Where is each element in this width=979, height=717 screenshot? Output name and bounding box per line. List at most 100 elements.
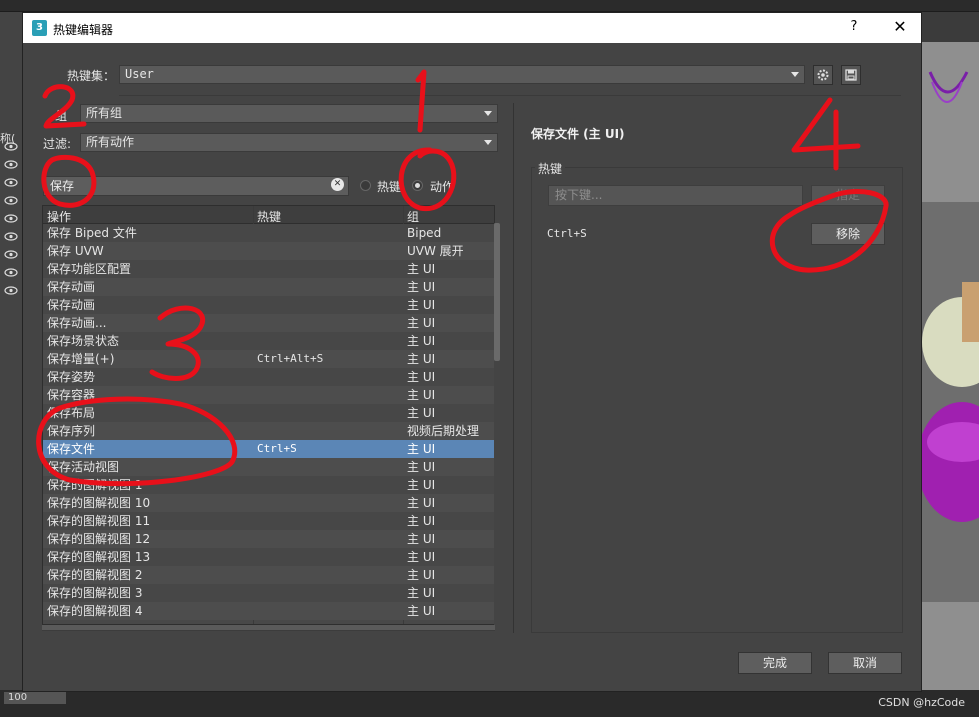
- cell-action: 保存的图解视图 13: [47, 550, 151, 564]
- table-row[interactable]: 保存的图解视图 13 主 UI: [43, 548, 494, 566]
- horizontal-scrollbar[interactable]: [42, 625, 495, 631]
- cell-group: 主 UI: [407, 280, 436, 294]
- ok-button[interactable]: 完成: [738, 652, 812, 674]
- filter-dropdown[interactable]: 所有动作: [80, 133, 498, 152]
- radio-hotkey-label: 热键: [377, 180, 402, 194]
- radio-search-hotkey[interactable]: [360, 180, 371, 191]
- cell-action: 保存 UVW: [47, 244, 104, 258]
- cell-action: 保存动画: [47, 280, 96, 294]
- watermark: CSDN @hzCode: [878, 696, 965, 709]
- eye-icon[interactable]: [4, 160, 18, 169]
- table-row[interactable]: 保存场景状态 主 UI: [43, 332, 494, 350]
- title-bar[interactable]: 3 热键编辑器 ? ✕: [23, 13, 921, 43]
- hotkey-groupbox-label: 热键: [535, 160, 566, 177]
- floppy-disk-icon: [845, 69, 857, 81]
- scrollbar-thumb[interactable]: [494, 223, 500, 361]
- cell-action: 保存的图解视图 10: [47, 496, 151, 510]
- cell-group: 主 UI: [407, 496, 436, 510]
- scrollbar-thumb[interactable]: [42, 625, 495, 630]
- frame-field[interactable]: 100: [4, 692, 66, 704]
- cell-action: 保存序列: [47, 424, 96, 438]
- cell-group: 主 UI: [407, 262, 436, 276]
- action-table: 操作 热键 组 保存 Biped 文件 Biped 保存 UVW UVW 展开 保存功能…: [42, 205, 495, 625]
- help-button[interactable]: ?: [843, 19, 865, 37]
- press-key-placeholder: 按下键...: [555, 188, 603, 202]
- table-row[interactable]: 保存动画... 主 UI: [43, 314, 494, 332]
- cell-action: 保存容器: [47, 388, 96, 402]
- clear-search-icon[interactable]: ✕: [331, 178, 344, 191]
- group-value: 所有组: [86, 106, 123, 120]
- eye-icon[interactable]: [4, 286, 18, 295]
- cell-group: Biped: [407, 226, 442, 240]
- selected-action-title: 保存文件 (主 UI): [531, 127, 625, 141]
- table-body: 保存 Biped 文件 Biped 保存 UVW UVW 展开 保存功能区配置主 UI 保…: [43, 224, 494, 624]
- table-row[interactable]: 保存容器 主 UI: [43, 386, 494, 404]
- app-logo-icon: 3: [32, 20, 47, 36]
- eye-icon[interactable]: [4, 214, 18, 223]
- table-row[interactable]: 保存的图解视图 10 主 UI: [43, 494, 494, 512]
- table-row[interactable]: 保存的图解视图 1 主 UI: [43, 476, 494, 494]
- cell-hotkey: Ctrl+S: [257, 442, 297, 455]
- panel-splitter[interactable]: [513, 103, 514, 633]
- table-row[interactable]: 保存动画 主 UI: [43, 278, 494, 296]
- table-row[interactable]: 保存 UVW UVW 展开: [43, 242, 494, 260]
- cell-group: 主 UI: [407, 352, 436, 366]
- cell-group: 主 UI: [407, 514, 436, 528]
- eye-icon[interactable]: [4, 268, 18, 277]
- table-row[interactable]: 保存序列 视频后期处理: [43, 422, 494, 440]
- remove-button[interactable]: 移除: [811, 223, 885, 245]
- search-input[interactable]: 保存: [43, 176, 349, 196]
- save-hotkey-set-button[interactable]: [841, 65, 861, 85]
- table-row[interactable]: 保存的图解视图 12 主 UI: [43, 530, 494, 548]
- table-row[interactable]: 保存的图解视图 2 主 UI: [43, 566, 494, 584]
- table-header: 操作 热键 组: [43, 206, 494, 225]
- close-button[interactable]: ✕: [889, 17, 911, 37]
- table-row[interactable]: 保存动画 主 UI: [43, 296, 494, 314]
- eye-icon[interactable]: [4, 250, 18, 259]
- table-row[interactable]: 保存 Biped 文件 Biped: [43, 224, 494, 242]
- group-dropdown[interactable]: 所有组: [80, 104, 498, 123]
- table-row[interactable]: 保存的图解视图 3 主 UI: [43, 584, 494, 602]
- column-header-group[interactable]: 组: [407, 208, 419, 225]
- settings-button[interactable]: [813, 65, 833, 85]
- hotkey-set-value: User: [125, 67, 154, 81]
- cell-group: 主 UI: [407, 388, 436, 402]
- viewport[interactable]: [917, 42, 979, 702]
- column-header-hotkey[interactable]: 热键: [257, 208, 281, 225]
- cell-action: 保存动画: [47, 298, 96, 312]
- cell-action: 保存布局: [47, 406, 96, 420]
- cancel-button[interactable]: 取消: [828, 652, 902, 674]
- radio-action-label: 动作: [430, 180, 455, 194]
- table-row[interactable]: 保存的图解视图 11 主 UI: [43, 512, 494, 530]
- table-row[interactable]: 保存布局 主 UI: [43, 404, 494, 422]
- eye-icon[interactable]: [4, 178, 18, 187]
- assign-button[interactable]: 指定: [811, 185, 885, 206]
- cell-group: 主 UI: [407, 334, 436, 348]
- press-key-input[interactable]: 按下键...: [548, 185, 803, 206]
- column-header-action[interactable]: 操作: [47, 208, 71, 225]
- eye-icon[interactable]: [4, 196, 18, 205]
- chevron-down-icon: [791, 72, 799, 77]
- table-row[interactable]: 保存的图解视图 4 主 UI: [43, 602, 494, 620]
- cell-action: 保存增量(+): [47, 352, 115, 366]
- table-row[interactable]: 保存活动视图 主 UI: [43, 458, 494, 476]
- cell-group: 主 UI: [407, 532, 436, 546]
- group-label: 组: [55, 109, 68, 123]
- hotkey-set-dropdown[interactable]: User: [119, 65, 805, 84]
- radio-search-action[interactable]: [412, 180, 423, 191]
- viewport-scene: [917, 42, 979, 702]
- eye-icon[interactable]: [4, 142, 18, 151]
- table-row[interactable]: 保存增量(+) Ctrl+Alt+S 主 UI: [43, 350, 494, 368]
- table-row[interactable]: 保存姿势 主 UI: [43, 368, 494, 386]
- search-value: 保存: [50, 179, 75, 193]
- table-row[interactable]: 保存功能区配置 主 UI: [43, 260, 494, 278]
- cell-action: 保存活动视图: [47, 460, 120, 474]
- eye-icon[interactable]: [4, 232, 18, 241]
- cell-action: 保存的图解视图 3: [47, 586, 143, 600]
- current-hotkey: Ctrl+S: [547, 227, 587, 240]
- cell-group: 视频后期处理: [407, 424, 480, 438]
- chevron-down-icon: [484, 111, 492, 116]
- table-row[interactable]: 保存文件 Ctrl+S 主 UI: [43, 440, 494, 458]
- cell-group: 主 UI: [407, 568, 436, 582]
- vertical-scrollbar[interactable]: [494, 223, 500, 627]
